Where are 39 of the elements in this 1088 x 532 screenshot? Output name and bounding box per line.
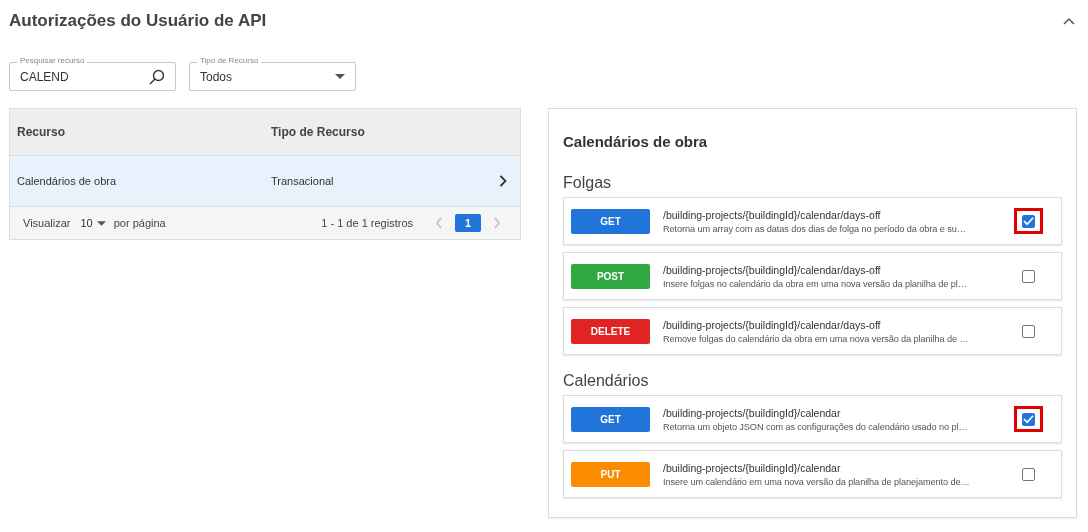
endpoint-path: /building-projects/{buildingId}/calendar/days-off — [663, 318, 882, 331]
endpoint-description: Retorna um objeto JSON com as configurações do calendário usado no pl… — [663, 421, 969, 432]
column-header: Recurso — [16, 125, 67, 139]
group-title: Folgas — [563, 174, 613, 192]
endpoint-path: /building-projects/{buildingId}/calendar/days-off — [663, 263, 882, 276]
checkbox[interactable] — [1022, 269, 1035, 283]
panel-title: Calendários de obra — [563, 133, 709, 150]
record-count: 1 - 1 de 1 registros — [321, 217, 413, 229]
caret-icon — [335, 74, 345, 79]
endpoint-path: /building-projects/{buildingId}/calendar — [663, 406, 842, 419]
chevron-right-icon[interactable] — [499, 175, 507, 187]
method-badge: POST — [571, 263, 650, 289]
search-icon[interactable] — [149, 68, 165, 85]
checkbox[interactable] — [1022, 214, 1035, 228]
table-cell-text: Transacional — [271, 175, 335, 187]
per-page-label: por página — [113, 217, 166, 229]
table-cell-text: Calendários de obra — [16, 175, 118, 187]
method-badge: GET — [571, 208, 650, 234]
checkbox[interactable] — [1022, 412, 1035, 426]
show-label: Visualizar — [23, 217, 71, 229]
table-row[interactable]: Calendários de obra Transacional — [10, 156, 520, 207]
method-badge: DELETE — [571, 318, 650, 344]
group-title: Calendários — [563, 372, 650, 390]
caret-icon — [96, 220, 106, 226]
checkbox[interactable] — [1022, 467, 1035, 481]
page-button[interactable]: 1 — [455, 214, 481, 232]
page-size-dropdown[interactable]: 10 — [78, 217, 108, 229]
endpoint-description: Insere um calendário em uma nova versão da planilha de planejamento de… — [663, 476, 971, 487]
collapse-icon[interactable] — [1063, 17, 1075, 25]
column-header: Tipo de Recurso — [271, 125, 366, 139]
endpoint-path: /building-projects/{buildingId}/calendar — [663, 461, 842, 474]
endpoint-description: Remove folgas do calendário da obra em uma nova versão da planilha de … — [663, 333, 970, 344]
section-title: Autorizações do Usuário de API — [9, 11, 267, 31]
endpoint-path: /building-projects/{buildingId}/calendar/days-off — [663, 208, 882, 221]
method-badge: GET — [571, 406, 650, 432]
checkbox[interactable] — [1022, 324, 1035, 338]
method-badge: PUT — [571, 461, 650, 487]
endpoint-description: Insere folgas no calendário da obra em uma nova versão da planilha de pl… — [663, 278, 968, 289]
endpoint-description: Retorna um array com as datas dos dias de folga no período da obra e su… — [663, 223, 967, 234]
